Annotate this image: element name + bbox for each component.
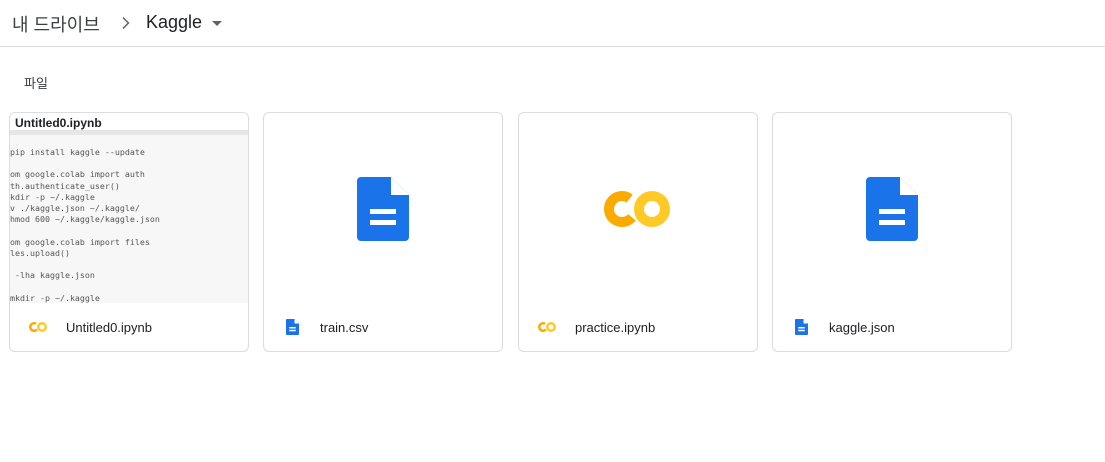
breadcrumb-current-label: Kaggle bbox=[146, 12, 203, 32]
file-preview-thumbnail: Untitled0.ipynb pip install kaggle --upd… bbox=[10, 113, 248, 303]
docs-icon bbox=[282, 317, 302, 337]
caret-down-icon bbox=[212, 20, 223, 26]
file-thumbnail bbox=[773, 113, 1011, 303]
docs-large-icon bbox=[357, 177, 409, 241]
chevron-right-icon bbox=[122, 17, 130, 29]
file-name: kaggle.json bbox=[829, 319, 895, 335]
file-card-untitled0[interactable]: Untitled0.ipynb pip install kaggle --upd… bbox=[9, 112, 249, 352]
preview-title: Untitled0.ipynb bbox=[10, 113, 248, 135]
file-name: Untitled0.ipynb bbox=[66, 319, 152, 335]
breadcrumb-current-folder[interactable]: Kaggle bbox=[146, 12, 224, 33]
file-card-footer: train.csv bbox=[264, 303, 502, 351]
file-card-train-csv[interactable]: train.csv bbox=[263, 112, 503, 352]
docs-icon bbox=[791, 317, 811, 337]
file-card-practice-ipynb[interactable]: practice.ipynb bbox=[518, 112, 758, 352]
preview-code: pip install kaggle --update om google.co… bbox=[10, 147, 160, 303]
file-thumbnail bbox=[519, 113, 757, 303]
file-name: practice.ipynb bbox=[575, 319, 656, 335]
colab-icon bbox=[537, 317, 557, 337]
colab-large-icon bbox=[604, 191, 670, 227]
docs-large-icon bbox=[866, 177, 918, 241]
file-card-footer: practice.ipynb bbox=[519, 303, 757, 351]
file-name: train.csv bbox=[320, 319, 369, 335]
file-card-kaggle-json[interactable]: kaggle.json bbox=[772, 112, 1012, 352]
section-label-files: 파일 bbox=[24, 76, 48, 91]
colab-icon bbox=[28, 317, 48, 337]
file-card-footer: Untitled0.ipynb bbox=[10, 303, 248, 351]
file-thumbnail bbox=[264, 113, 502, 303]
header-bar: 내 드라이브 Kaggle bbox=[0, 0, 1105, 47]
file-card-footer: kaggle.json bbox=[773, 303, 1011, 351]
breadcrumb-my-drive[interactable]: 내 드라이브 bbox=[12, 11, 100, 37]
